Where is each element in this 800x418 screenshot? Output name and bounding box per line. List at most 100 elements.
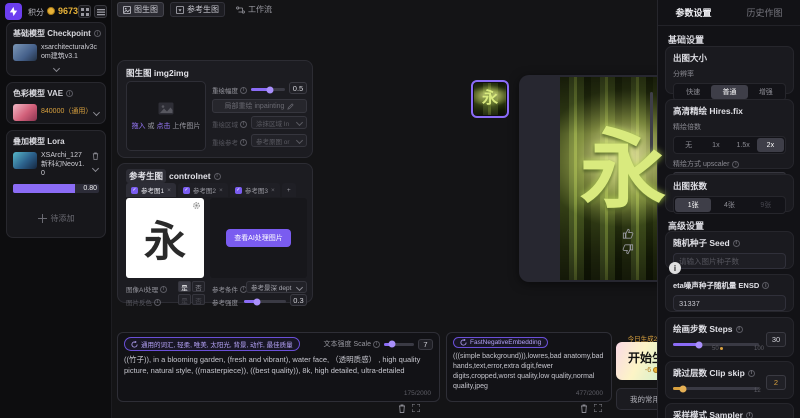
controlnet-tab-1[interactable]: ✓参考图1× — [126, 183, 176, 197]
steps-value[interactable]: 30 — [766, 332, 786, 347]
tab-img2img[interactable]: 图生图 — [117, 2, 164, 17]
scale-slider[interactable] — [384, 343, 414, 346]
app-logo[interactable] — [5, 3, 22, 20]
strength-slider[interactable] — [244, 300, 286, 303]
batch-9[interactable]: 9张 — [748, 198, 784, 212]
chevron-down-icon[interactable] — [92, 165, 99, 172]
info-icon — [160, 286, 167, 293]
upload-drag-label: 拖入 — [132, 123, 146, 130]
chevron-down-icon[interactable] — [54, 63, 59, 73]
clip-slider[interactable] — [673, 387, 759, 390]
positive-prompt-pill[interactable]: 通用的词汇, 轻柔, 唯美, 太阳光, 背景, 动作, 最佳质量 — [124, 337, 300, 351]
menu-icon[interactable] — [94, 5, 107, 18]
hires-2x[interactable]: 2x — [757, 138, 784, 152]
resolution-normal[interactable]: 普通 — [711, 85, 747, 99]
controlnet-reference-image[interactable]: 永 — [126, 198, 204, 278]
lora-weight-slider[interactable]: 0.80 — [13, 184, 99, 193]
info-icon — [732, 161, 739, 168]
hires-none[interactable]: 无 — [675, 138, 702, 152]
ensd-row: eta噪声种子随机量 ENSD — [673, 280, 786, 291]
negative-prompt-pill[interactable]: FastNegativeEmbedding — [453, 337, 548, 348]
ensd-input[interactable] — [673, 295, 786, 311]
vae-card[interactable]: 色彩模型 VAE 840000（通用） — [6, 82, 106, 124]
tab-history[interactable]: 历史作图 — [729, 6, 800, 19]
controlnet-tab-3[interactable]: ✓参考图3× — [230, 183, 280, 197]
processed-preview-area: 查看AI处理图片 — [210, 198, 307, 278]
trash-icon[interactable] — [92, 152, 99, 160]
scale-value[interactable]: 7 — [418, 339, 433, 350]
grid-view-icon[interactable] — [78, 5, 91, 18]
controlnet-add-tab[interactable]: + — [282, 183, 296, 197]
batch-4[interactable]: 4张 — [711, 198, 747, 212]
hires-15x[interactable]: 1.5x — [730, 138, 757, 152]
close-icon[interactable]: × — [167, 187, 171, 194]
lora-card[interactable]: 叠加模型 Lora XSArchi_127新科幻Neov1.0 0.80 待添加 — [6, 130, 106, 238]
expand-icon[interactable] — [594, 404, 602, 412]
left-sidebar: 积分 96738 基础模型 Checkpoint xsarchitectural… — [0, 0, 112, 418]
positive-prompt-text[interactable]: ((竹子)), in a blooming garden, (fresh and… — [124, 355, 433, 395]
sampler-label: 采样模式 Sampler — [673, 409, 743, 418]
chevron-down-icon[interactable] — [93, 109, 100, 116]
denoise-value[interactable]: 0.5 — [289, 82, 307, 94]
negative-prompt-box: FastNegativeEmbedding (((simple backgrou… — [446, 332, 612, 402]
denoise-label-row: 重绘幅度 — [212, 85, 247, 95]
inpaint-area-select[interactable]: 涂抹区域 In — [251, 116, 307, 129]
scale-label: 文本强度 Scale — [324, 339, 371, 349]
steps-mid-tick: 50 — [712, 346, 719, 352]
invert-toggle[interactable]: 是 否 — [178, 294, 205, 305]
invert-row: 图片反色 — [126, 297, 161, 307]
thumbs-down-icon[interactable] — [622, 244, 634, 255]
strength-value[interactable]: 0.3 — [290, 294, 307, 306]
invert-no[interactable]: 否 — [192, 294, 205, 305]
trash-icon[interactable] — [580, 404, 588, 413]
view-processed-button[interactable]: 查看AI处理图片 — [226, 229, 291, 247]
steps-default-marker — [720, 347, 723, 350]
denoise-slider[interactable] — [251, 88, 285, 91]
close-icon[interactable]: × — [271, 187, 275, 194]
invert-yes[interactable]: 是 — [178, 294, 191, 305]
hires-1x[interactable]: 1x — [702, 138, 729, 152]
expand-icon[interactable] — [412, 404, 420, 412]
img2img-panel: 图生图 img2img 拖入 或 点击 上传图片 重绘幅度 0.5 局部重绘 i… — [117, 60, 313, 158]
refresh-icon — [131, 341, 138, 348]
ai-process-toggle[interactable]: 是 否 — [178, 281, 205, 292]
positive-pill-text: 通用的词汇, 轻柔, 唯美, 太阳光, 背景, 动作, 最佳质量 — [141, 339, 293, 349]
tab-workflow[interactable]: 工作流 — [231, 2, 277, 17]
clip-value[interactable]: 2 — [766, 375, 786, 390]
img2img-title: 图生图 img2img — [126, 67, 189, 79]
inpaint-button[interactable]: 局部重绘 inpainting — [212, 99, 307, 113]
image-icon — [123, 6, 131, 14]
negative-prompt-text[interactable]: (((simple background))),lowres,bad anato… — [453, 352, 605, 394]
batch-1[interactable]: 1张 — [675, 198, 711, 212]
trash-icon[interactable] — [398, 404, 406, 413]
upload-dropzone[interactable]: 拖入 或 点击 上传图片 — [126, 81, 206, 151]
workflow-icon — [236, 6, 245, 14]
clip-skip-card: 跳过层数 Clip skip 12 2 — [665, 361, 794, 399]
strength-label: 参考强度 — [212, 297, 238, 307]
tab-controlnet[interactable]: 参考生图 — [170, 2, 225, 17]
thumbs-up-icon[interactable] — [622, 228, 634, 239]
resolution-fast[interactable]: 快速 — [675, 85, 711, 99]
hires-scale-options: 无 1x 1.5x 2x — [673, 136, 786, 154]
inpaint-refer-select[interactable]: 参考原图 or — [251, 134, 307, 147]
controlnet-tab-1-label: 参考图1 — [141, 185, 164, 195]
resolution-enhanced[interactable]: 增强 — [748, 85, 784, 99]
seed-card: 随机种子 Seed — [665, 231, 794, 269]
tab-param-settings[interactable]: 参数设置 — [658, 6, 729, 19]
gear-icon[interactable] — [192, 201, 201, 210]
condition-value: 参考景深 dept — [251, 282, 291, 292]
close-icon[interactable]: × — [219, 187, 223, 194]
controlnet-tab-2[interactable]: ✓参考图2× — [178, 183, 228, 197]
ai-process-yes[interactable]: 是 — [178, 281, 191, 292]
result-thumbnail[interactable]: 永 — [471, 80, 509, 118]
info-icon[interactable]: i — [669, 262, 681, 274]
seed-input[interactable] — [673, 253, 786, 269]
reference-image-icon — [176, 6, 184, 14]
checkpoint-card[interactable]: 基础模型 Checkpoint xsarchitecturalv3com建筑v3… — [6, 22, 106, 76]
info-icon — [373, 341, 380, 348]
image-placeholder-icon — [158, 102, 174, 115]
add-lora-button[interactable]: 待添加 — [13, 201, 99, 235]
ai-process-no[interactable]: 否 — [192, 281, 205, 292]
add-lora-label: 待添加 — [51, 213, 75, 224]
condition-select[interactable]: 参考景深 dept — [246, 281, 307, 293]
